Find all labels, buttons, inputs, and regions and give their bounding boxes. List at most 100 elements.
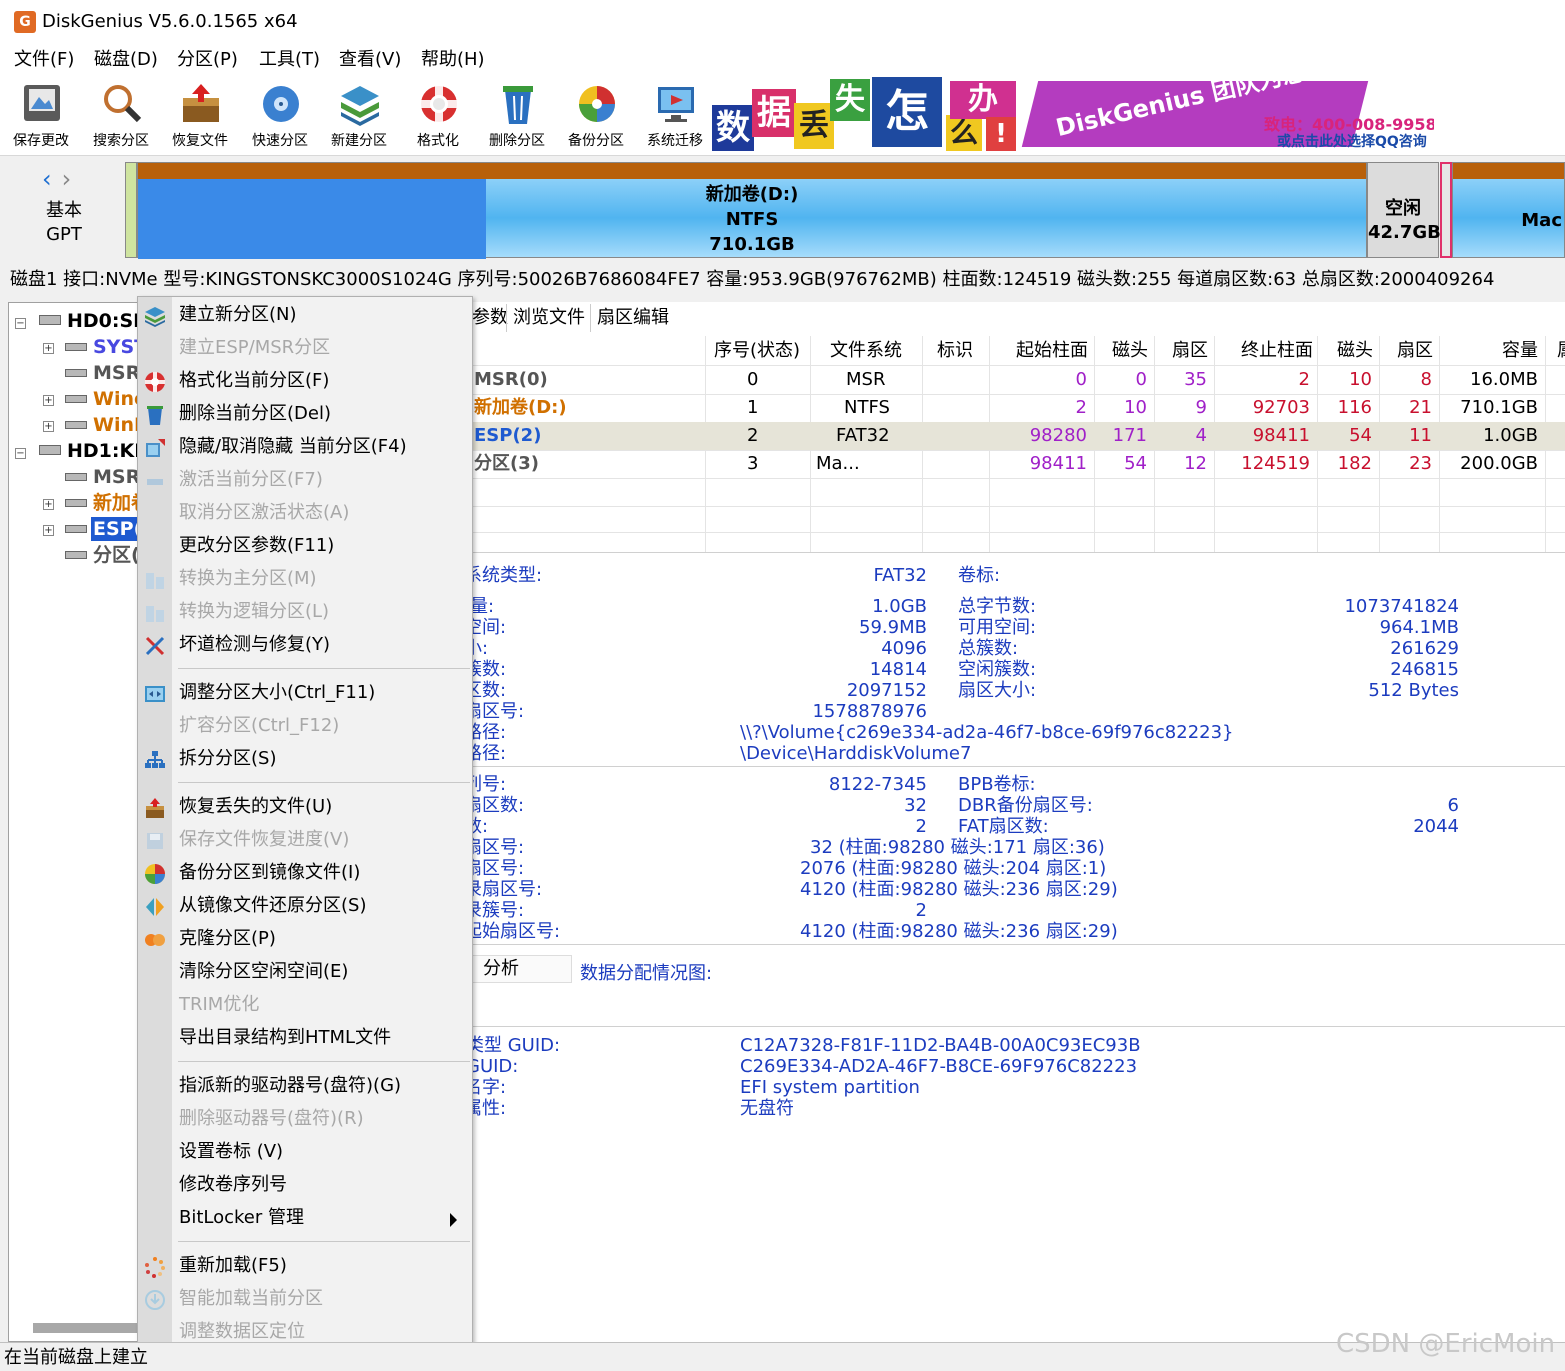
menu-item-extend[interactable]: 扩容分区(Ctrl_F12)	[138, 710, 472, 743]
table-row[interactable]: MSR(0) 0 MSR 0 0 35 2 10 8 16.0MB	[472, 366, 1565, 394]
menu-item-to-logical[interactable]: 转换为逻辑分区(L)	[138, 596, 472, 629]
menu-item-remove-letter[interactable]: 删除驱动器号(盘符)(R)	[138, 1103, 472, 1136]
menu-item-reload[interactable]: 重新加载(F5)	[138, 1250, 472, 1283]
new-partition-button[interactable]: 新建分区	[322, 80, 396, 152]
free-space-segment[interactable]: 空闲 42.7GB	[1367, 162, 1441, 258]
expand-icon[interactable]: +	[43, 499, 54, 510]
menu-item-restore-image[interactable]: 从镜像文件还原分区(S)	[138, 890, 472, 923]
expand-icon[interactable]: +	[43, 421, 54, 432]
save-changes-button[interactable]: 保存更改	[4, 80, 78, 152]
menu-item-save-progress[interactable]: 保存文件恢复进度(V)	[138, 824, 472, 857]
expand-icon[interactable]: +	[43, 525, 54, 536]
menu-item-export-html[interactable]: 导出目录结构到HTML文件	[138, 1022, 472, 1055]
menu-item-to-primary[interactable]: 转换为主分区(M)	[138, 563, 472, 596]
next-disk-icon[interactable]: ›	[62, 165, 72, 193]
format-button[interactable]: 格式化	[401, 80, 475, 152]
trash-icon	[503, 86, 533, 124]
tree-partition[interactable]: MSR	[93, 465, 137, 489]
menu-item-set-label[interactable]: 设置卷标 (V)	[138, 1136, 472, 1169]
disk-icon	[263, 86, 299, 122]
table-row[interactable]: 新加卷(D:) 1 NTFS 2 10 9 92703 116 21 710.1…	[472, 394, 1565, 422]
cell-start-head: 54	[1124, 453, 1147, 474]
tree-partition-selected[interactable]: ESP(	[91, 517, 137, 541]
convert-icon	[146, 573, 164, 589]
disk-tree: − HD0:SK + SYST MSR + Winc + WinR − HD1:…	[8, 302, 138, 1342]
tree-partition[interactable]: WinR	[93, 413, 137, 437]
info-key: 量:	[470, 596, 495, 617]
menu-item-wipe-free[interactable]: 清除分区空闲空间(E)	[138, 956, 472, 989]
data-allocation-label: 数据分配情况图:	[580, 963, 713, 984]
menu-tools[interactable]: 工具(T)	[257, 48, 322, 72]
tree-disk-hd1[interactable]: HD1:KIN	[67, 439, 137, 463]
menu-item-hide[interactable]: 隐藏/取消隐藏 当前分区(F4)	[138, 431, 472, 464]
recover-files-button[interactable]: 恢复文件	[163, 80, 237, 152]
table-row-selected[interactable]: ESP(2) 2 FAT32 98280 171 4 98411 54 11 1…	[472, 422, 1565, 450]
partition-segment-mac[interactable]: Mac	[1452, 162, 1565, 258]
tree-partition[interactable]: 分区(	[93, 543, 137, 567]
cell-start-head: 171	[1112, 425, 1147, 446]
menu-item-trim[interactable]: TRIM优化	[138, 989, 472, 1022]
expand-icon[interactable]: +	[43, 395, 54, 406]
analyze-button[interactable]: 分析	[472, 955, 572, 983]
toolbar-label: 搜索分区	[93, 133, 149, 149]
menu-item-new-esp-msr[interactable]: 建立ESP/MSR分区	[138, 332, 472, 365]
backup-partition-button[interactable]: 备份分区	[559, 80, 633, 152]
collapse-icon[interactable]: −	[15, 318, 26, 329]
menu-item-bad-sector[interactable]: 坏道检测与修复(Y)	[138, 629, 472, 662]
menu-view[interactable]: 查看(V)	[337, 48, 403, 72]
menu-item-recover-files[interactable]: 恢复丢失的文件(U)	[138, 791, 472, 824]
menu-item-deactivate[interactable]: 取消分区激活状态(A)	[138, 497, 472, 530]
esp-segment[interactable]	[1440, 162, 1452, 258]
menu-item-label: 隐藏/取消隐藏 当前分区(F4)	[179, 436, 407, 457]
partition-segment-small[interactable]	[125, 162, 137, 258]
delete-partition-button[interactable]: 删除分区	[480, 80, 554, 152]
menu-item-bitlocker[interactable]: BitLocker 管理	[138, 1202, 472, 1235]
menu-item-new-partition[interactable]: 建立新分区(N)	[138, 299, 472, 332]
menu-item-activate[interactable]: 激活当前分区(F7)	[138, 464, 472, 497]
banner-qq-link[interactable]: 或点击此处选择QQ咨询	[1277, 131, 1427, 151]
menu-file[interactable]: 文件(F)	[12, 48, 76, 72]
menu-item-backup-image[interactable]: 备份分区到镜像文件(I)	[138, 857, 472, 890]
system-migration-button[interactable]: 系统迁移	[638, 80, 712, 152]
menu-disk[interactable]: 磁盘(D)	[92, 48, 160, 72]
tab-browse-files[interactable]: 浏览文件	[506, 304, 591, 332]
tree-disk-hd0[interactable]: HD0:SK	[67, 309, 137, 333]
column-header[interactable]: 终止柱面	[1241, 338, 1313, 364]
column-header[interactable]: 标识	[937, 338, 973, 364]
column-header[interactable]: 扇区	[1397, 338, 1433, 364]
quick-partition-button[interactable]: 快速分区	[243, 80, 317, 152]
menu-item-clone[interactable]: 克隆分区(P)	[138, 923, 472, 956]
menu-help[interactable]: 帮助(H)	[419, 48, 487, 72]
menu-item-resize[interactable]: 调整分区大小(Ctrl_F11)	[138, 677, 472, 710]
tree-horizontal-scrollbar[interactable]	[33, 1323, 137, 1333]
menu-item-format[interactable]: 格式化当前分区(F)	[138, 365, 472, 398]
column-header[interactable]: 文件系统	[830, 338, 902, 364]
column-header[interactable]: 序号(状态)	[714, 338, 800, 364]
prev-disk-icon[interactable]: ‹	[42, 165, 52, 193]
tree-partition[interactable]: Winc	[93, 387, 137, 411]
menu-item-change-serial[interactable]: 修改卷序列号	[138, 1169, 472, 1202]
partition-segment-d[interactable]: 新加卷(D:) NTFS 710.1GB	[137, 162, 1367, 259]
tree-partition[interactable]: MSR	[93, 361, 137, 385]
column-header[interactable]: 磁头	[1337, 338, 1373, 364]
menu-item-assign-letter[interactable]: 指派新的驱动器号(盘符)(G)	[138, 1070, 472, 1103]
menu-item-split[interactable]: 拆分分区(S)	[138, 743, 472, 776]
column-header[interactable]: 扇区	[1172, 338, 1208, 364]
menu-item-change-params[interactable]: 更改分区参数(F11)	[138, 530, 472, 563]
tree-partition[interactable]: SYST	[93, 335, 137, 359]
tree-partition[interactable]: 新加卷	[93, 491, 137, 515]
promo-banner[interactable]: 数 据 丢 失 怎 么 办 ! DiskGenius 团队为您服务 致电：400…	[712, 75, 1434, 152]
search-partition-button[interactable]: 搜索分区	[84, 80, 158, 152]
column-header[interactable]: 磁头	[1112, 338, 1148, 364]
menu-item-label: 删除当前分区(Del)	[179, 403, 331, 424]
table-row[interactable]: 分区(3) 3 Ma... 98411 54 12 124519 182 23 …	[472, 450, 1565, 478]
tab-sector-editor[interactable]: 扇区编辑	[590, 304, 675, 332]
menu-item-delete[interactable]: 删除当前分区(Del)	[138, 398, 472, 431]
collapse-icon[interactable]: −	[15, 448, 26, 459]
column-header[interactable]: 起始柱面	[1016, 338, 1088, 364]
column-header[interactable]: 容量	[1502, 338, 1538, 364]
column-header[interactable]: 属	[1557, 338, 1565, 364]
expand-icon[interactable]: +	[43, 343, 54, 354]
menu-partition[interactable]: 分区(P)	[175, 48, 240, 72]
menu-item-smart-load[interactable]: 智能加载当前分区	[138, 1283, 472, 1316]
